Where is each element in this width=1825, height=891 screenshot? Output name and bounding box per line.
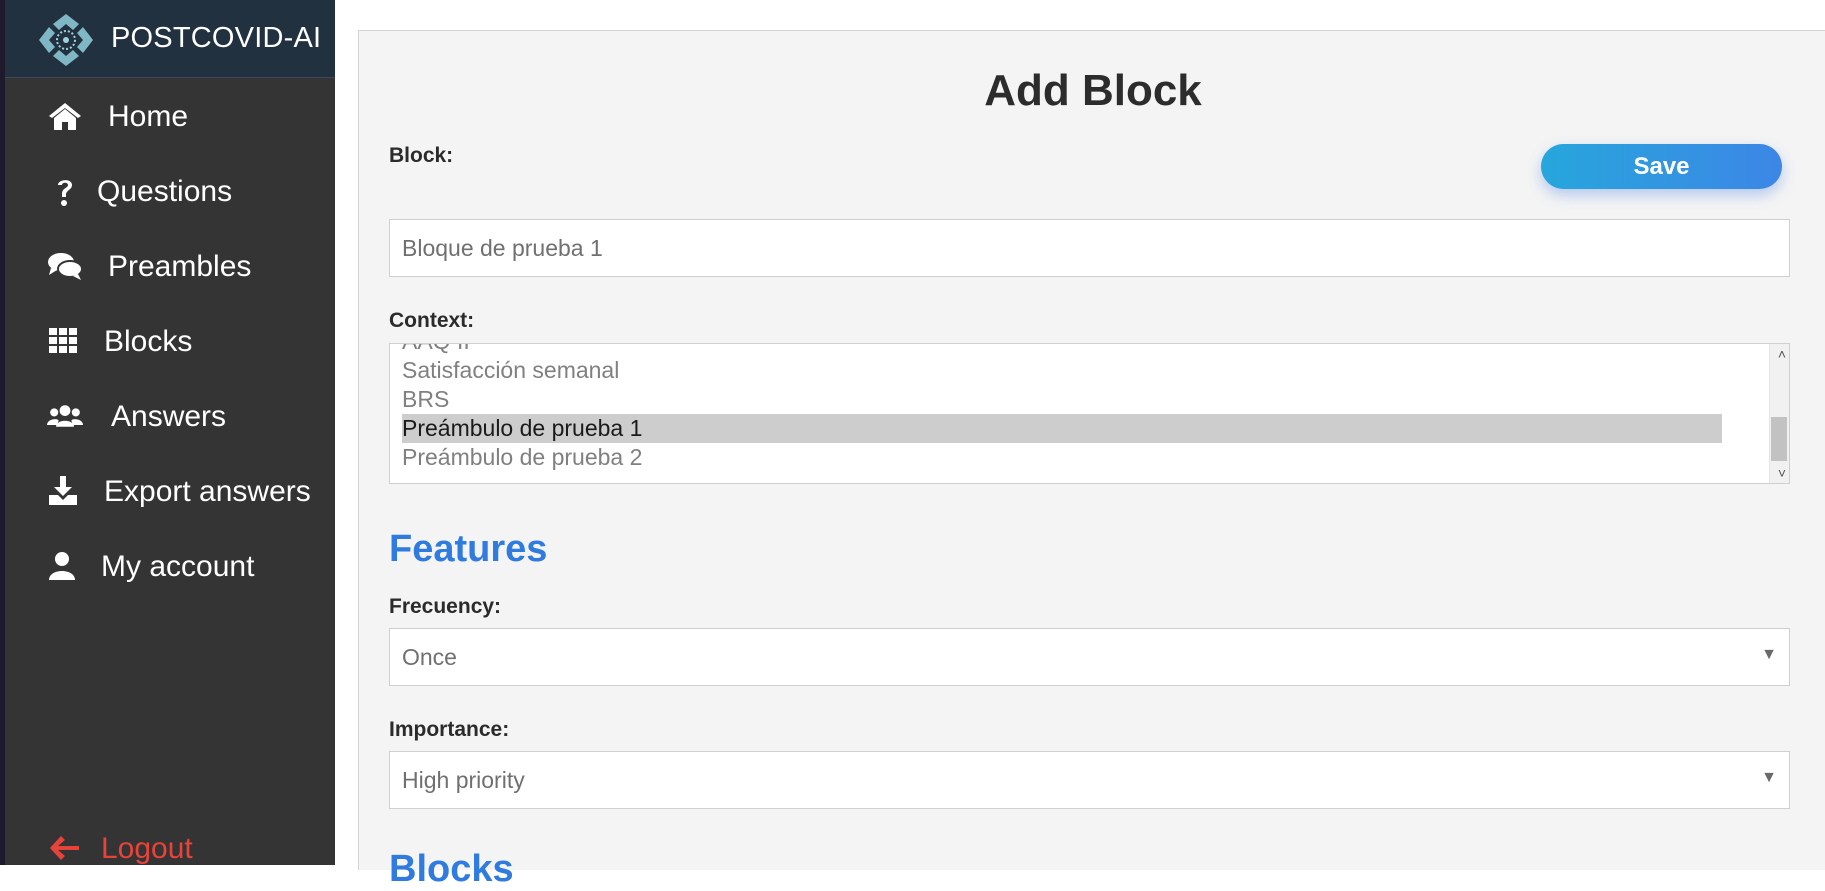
- sidebar-item-label: My account: [101, 550, 255, 583]
- brand-logo-icon: [39, 14, 93, 66]
- frequency-label: Frecuency:: [389, 595, 502, 618]
- sidebar-item-questions[interactable]: Questions: [5, 161, 335, 221]
- sidebar-item-label: Home: [108, 100, 189, 133]
- sidebar: POSTCOVID-AI Home Questions Preambles Bl…: [5, 0, 335, 865]
- save-button[interactable]: Save: [1541, 144, 1782, 189]
- page-title: Add Block: [984, 66, 1202, 115]
- users-icon: [47, 405, 83, 427]
- listbox-scrollbar[interactable]: ˄ ˅: [1769, 344, 1789, 483]
- importance-value: High priority: [402, 767, 525, 793]
- download-icon: [49, 476, 77, 505]
- user-icon: [49, 552, 75, 580]
- scrollbar-thumb[interactable]: [1771, 417, 1787, 461]
- features-heading: Features: [389, 528, 548, 570]
- sidebar-item-label: Preambles: [108, 250, 252, 283]
- sidebar-item-answers[interactable]: Answers: [5, 386, 335, 446]
- scroll-up-icon[interactable]: ˄: [1778, 346, 1786, 362]
- blocks-heading: Blocks: [389, 848, 514, 890]
- sidebar-item-blocks[interactable]: Blocks: [5, 311, 335, 371]
- context-option[interactable]: Preámbulo de prueba 2: [402, 443, 642, 472]
- sidebar-item-label: Export answers: [104, 475, 311, 508]
- block-label: Block:: [389, 144, 454, 167]
- context-option[interactable]: Satisfacción semanal: [402, 356, 619, 385]
- block-name-input[interactable]: [389, 219, 1790, 277]
- chevron-down-icon: ▼: [1761, 646, 1777, 663]
- context-option[interactable]: AAQ II: [402, 344, 470, 356]
- chevron-down-icon: ▼: [1761, 769, 1777, 786]
- home-icon: [49, 103, 81, 130]
- arrow-left-icon: [50, 836, 79, 860]
- frequency-select[interactable]: Once ▼: [389, 628, 1790, 686]
- context-option[interactable]: BRS: [402, 385, 449, 414]
- context-option-selected[interactable]: Preámbulo de prueba 1: [402, 414, 642, 443]
- sidebar-item-my-account[interactable]: My account: [5, 536, 335, 596]
- importance-label: Importance:: [389, 718, 510, 741]
- brand-header[interactable]: POSTCOVID-AI: [5, 0, 335, 78]
- brand-name: POSTCOVID-AI: [111, 22, 322, 54]
- importance-select[interactable]: High priority ▼: [389, 751, 1790, 809]
- context-listbox[interactable]: AAQ II Satisfacción semanal BRS Preámbul…: [389, 343, 1790, 484]
- grid-icon: [49, 328, 77, 353]
- logout-label: Logout: [101, 832, 193, 865]
- scroll-down-icon[interactable]: ˅: [1778, 465, 1786, 481]
- sidebar-item-label: Questions: [97, 175, 233, 208]
- frequency-value: Once: [402, 644, 457, 670]
- chat-bubbles-icon: [48, 253, 83, 280]
- logout-button[interactable]: Logout: [5, 818, 335, 878]
- question-mark-icon: [58, 180, 72, 206]
- sidebar-item-preambles[interactable]: Preambles: [5, 236, 335, 296]
- sidebar-item-label: Answers: [111, 400, 227, 433]
- sidebar-item-label: Blocks: [104, 325, 193, 358]
- sidebar-item-home[interactable]: Home: [5, 86, 335, 146]
- context-label: Context:: [389, 309, 475, 332]
- sidebar-item-export-answers[interactable]: Export answers: [5, 461, 335, 521]
